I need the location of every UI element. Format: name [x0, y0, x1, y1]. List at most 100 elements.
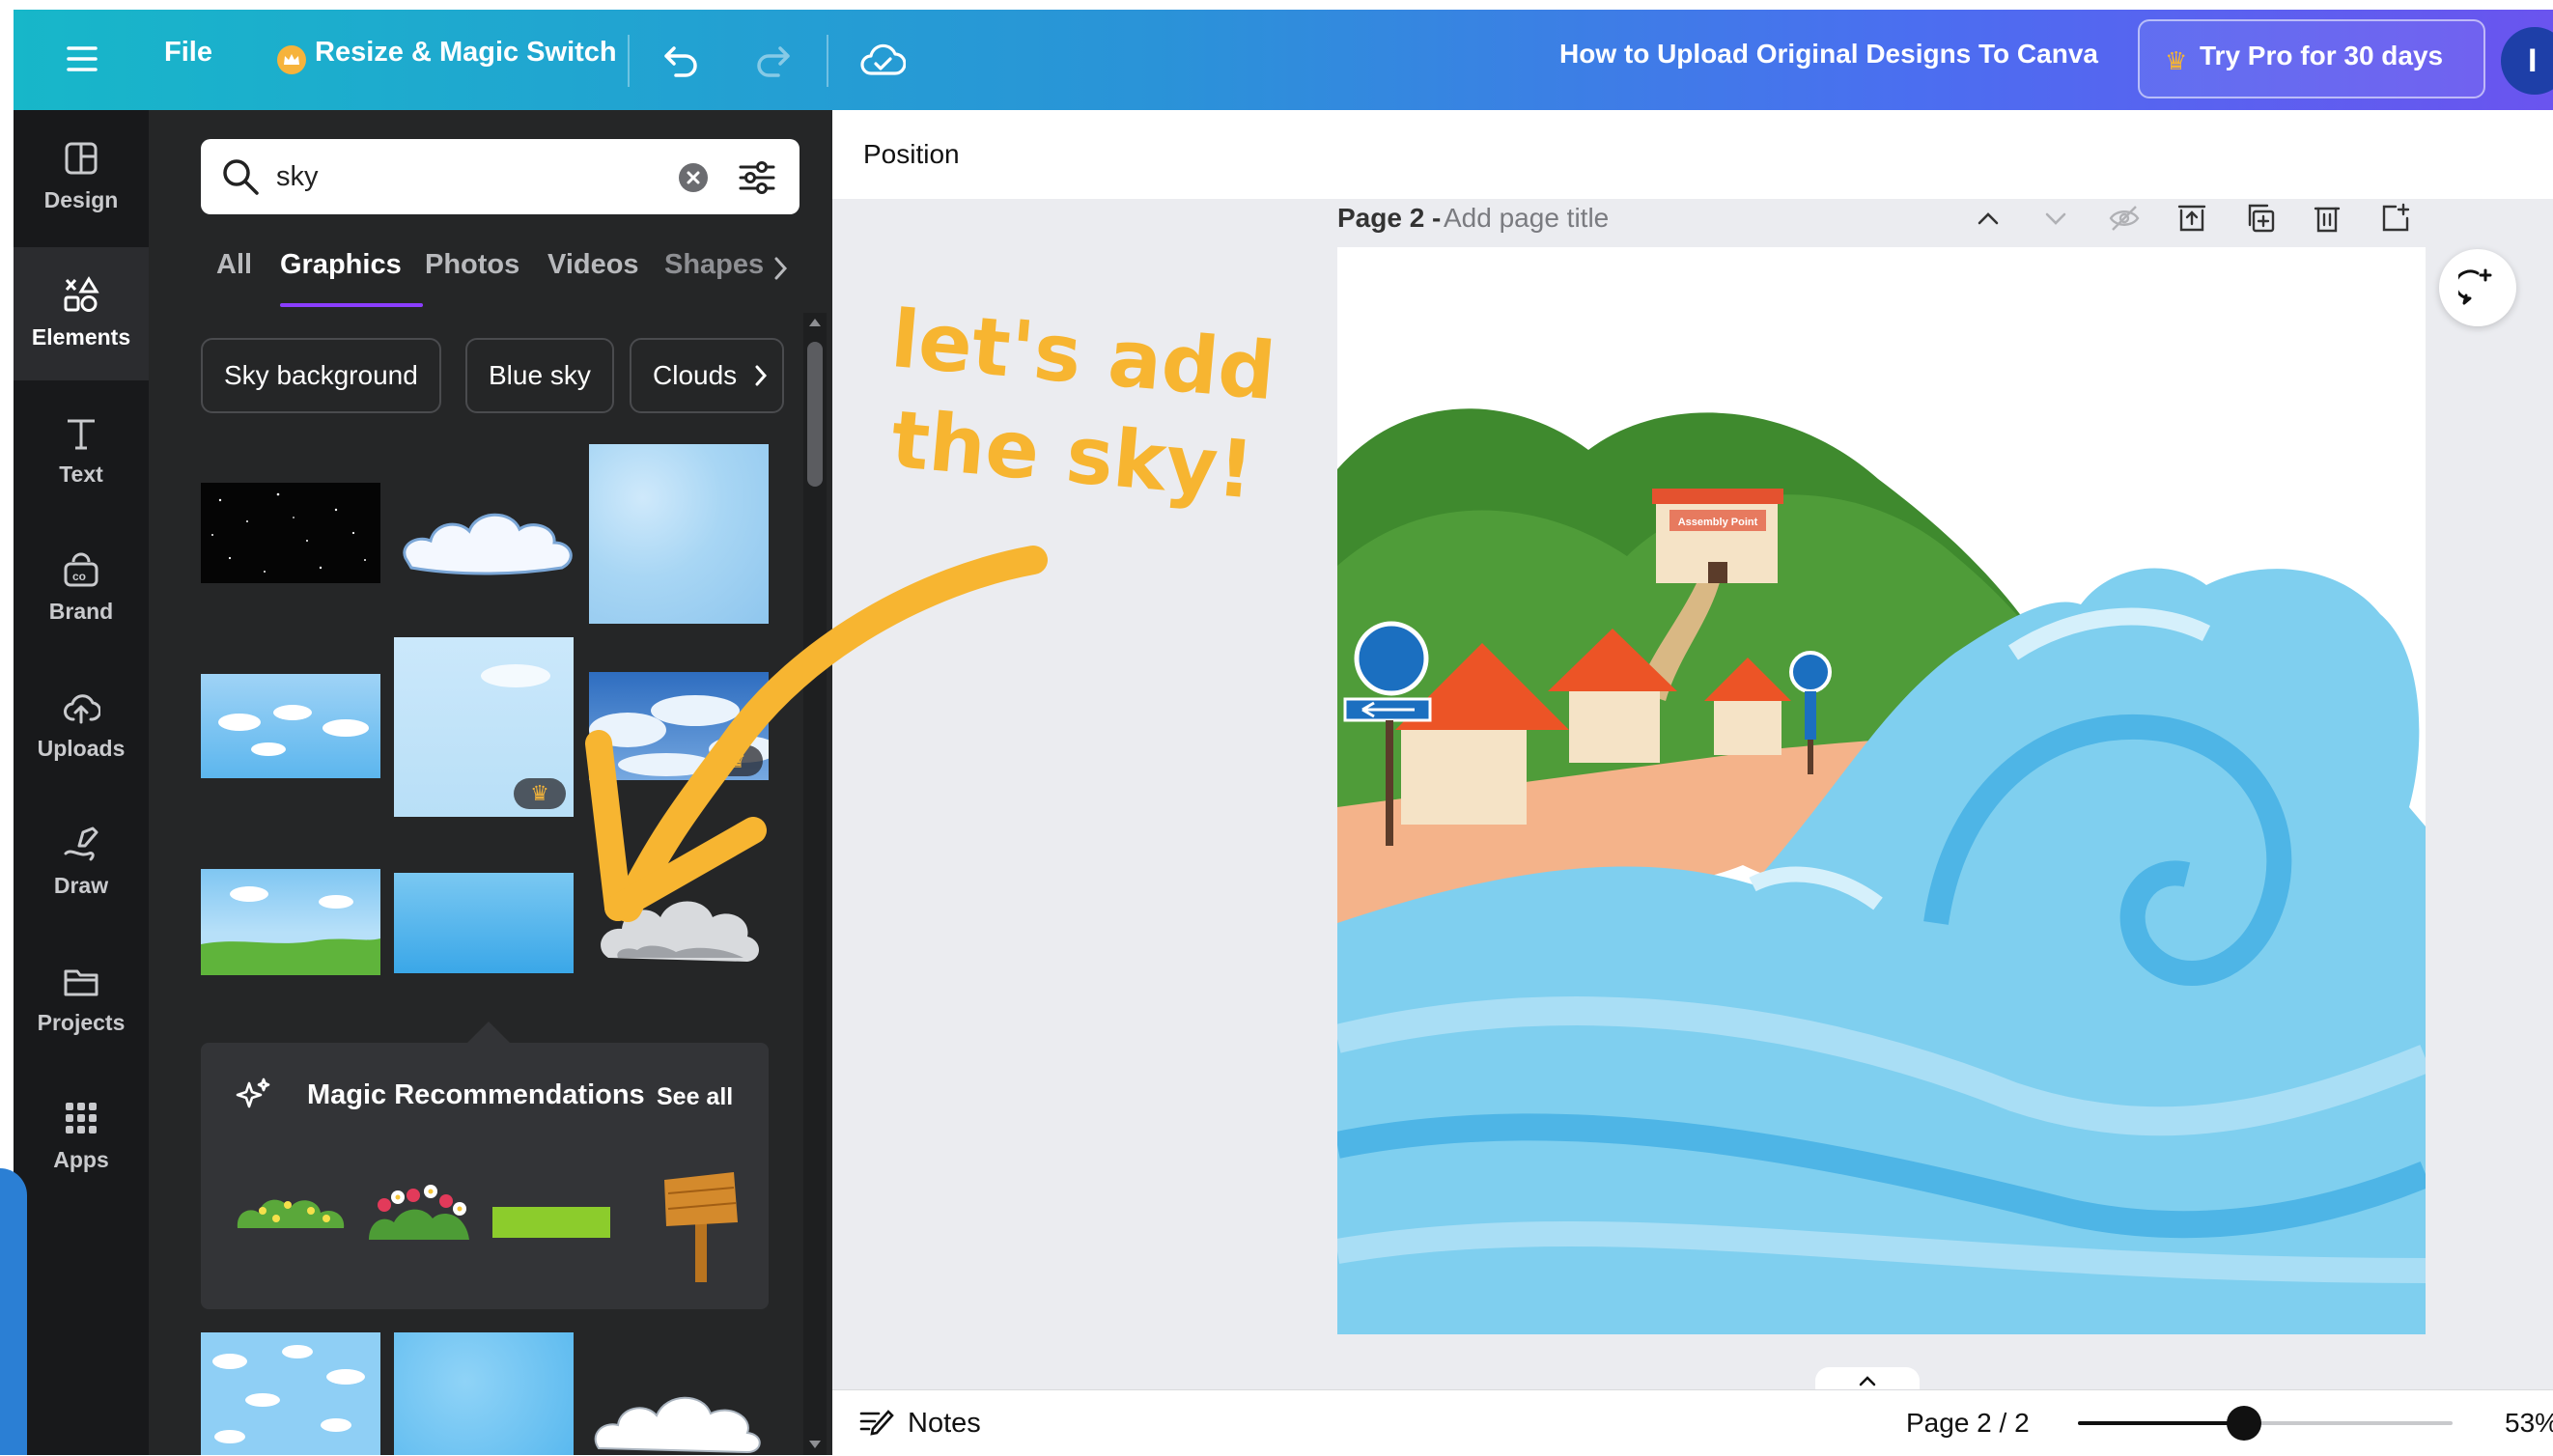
decorative-blue-shape — [0, 1168, 27, 1455]
divider — [827, 35, 828, 87]
document-title[interactable]: How to Upload Original Designs To Canva — [1559, 39, 2098, 70]
thumb-light-sky[interactable]: ♛ — [394, 637, 574, 817]
rail-item-apps[interactable]: Apps — [14, 1070, 149, 1203]
divider — [628, 35, 630, 87]
avatar[interactable]: I — [2501, 27, 2553, 95]
pro-badge: ♛ — [514, 778, 566, 809]
rail-item-brand[interactable]: co Brand — [14, 521, 149, 655]
thumb-starry-night[interactable] — [201, 483, 380, 583]
add-page-icon[interactable] — [2380, 203, 2411, 234]
clear-search-icon[interactable] — [678, 162, 709, 193]
section-caret — [467, 1022, 510, 1043]
sparkle-icon — [234, 1076, 272, 1114]
tab-graphics[interactable]: Graphics — [280, 249, 402, 281]
apps-icon — [62, 1099, 100, 1137]
tab-shapes[interactable]: Shapes — [664, 249, 764, 281]
zoom-level[interactable]: 53% — [2505, 1408, 2553, 1439]
page-title-input[interactable]: Add page title — [1444, 203, 1609, 234]
zoom-slider[interactable] — [2078, 1406, 2453, 1441]
assembly-point-sign: Assembly Point — [1678, 517, 1758, 528]
rail-label: Uploads — [37, 736, 126, 761]
rail-item-projects[interactable]: Projects — [14, 933, 149, 1066]
bottom-bar: Notes Page 2 / 2 53% — [832, 1389, 2553, 1456]
see-all-link[interactable]: See all — [657, 1083, 733, 1111]
thumb-sky-grass[interactable] — [201, 869, 380, 975]
position-button[interactable]: Position — [863, 139, 960, 170]
rail-item-design[interactable]: Design — [14, 110, 149, 243]
projects-icon — [62, 962, 100, 1000]
page-counter[interactable]: Page 2 / 2 — [1906, 1408, 2030, 1439]
redo-icon[interactable] — [753, 42, 792, 77]
rail-label: Elements — [31, 324, 131, 350]
thumb-blue-gradient[interactable] — [394, 873, 574, 973]
active-tab-underline — [280, 303, 423, 307]
tab-all[interactable]: All — [216, 249, 252, 281]
chip-sky-background[interactable]: Sky background — [201, 338, 441, 413]
search-input[interactable] — [274, 153, 664, 201]
undo-icon[interactable] — [662, 42, 701, 77]
hide-page-icon[interactable] — [2108, 205, 2141, 232]
rec-wooden-sign[interactable] — [662, 1162, 740, 1284]
rail-label: Apps — [53, 1147, 109, 1172]
elements-icon — [62, 276, 100, 315]
cloud-saved-icon[interactable] — [859, 41, 906, 79]
zoom-slider-handle[interactable] — [2227, 1406, 2261, 1441]
zoom-slider-fill — [2078, 1421, 2242, 1425]
chevron-up-icon[interactable] — [1975, 205, 2002, 232]
rail-item-elements[interactable]: Elements — [14, 247, 149, 380]
tab-videos[interactable]: Videos — [547, 249, 639, 281]
design-icon — [62, 139, 100, 178]
lock-page-icon[interactable] — [2177, 203, 2206, 234]
thumb-white-cloud[interactable] — [589, 1371, 769, 1455]
rec-bush[interactable] — [234, 1182, 348, 1234]
chevron-down-icon[interactable] — [2042, 205, 2069, 232]
delete-page-icon[interactable] — [2313, 203, 2342, 234]
design-page[interactable]: Assembly Point — [1337, 247, 2426, 1334]
magic-title: Magic Recommendations — [307, 1079, 645, 1110]
annotation-text: let's add the sky! — [887, 290, 1302, 517]
crown-icon: ♛ — [2165, 46, 2188, 75]
scrollbar-thumb[interactable] — [807, 342, 823, 487]
thumb-cartoon-cloud[interactable] — [398, 496, 577, 583]
context-toolbar: Position — [832, 110, 2553, 199]
thumb-clouds-strip[interactable] — [201, 674, 380, 778]
uploads-icon — [62, 687, 100, 726]
thumb-watercolor-blue[interactable] — [394, 1332, 574, 1455]
thumb-scattered-clouds[interactable] — [201, 1332, 380, 1455]
rail-item-uploads[interactable]: Uploads — [14, 658, 149, 792]
duplicate-page-icon[interactable] — [2245, 203, 2276, 234]
rail-label: Text — [59, 462, 103, 487]
rail-label: Design — [43, 187, 119, 212]
scroll-up-arrow[interactable] — [809, 319, 821, 326]
chip-clouds[interactable]: Clouds — [630, 338, 784, 413]
resize-magic-switch-button[interactable]: Resize & Magic Switch — [263, 33, 617, 87]
rail-item-text[interactable]: Text — [14, 384, 149, 518]
rail-label: Draw — [53, 873, 109, 898]
left-rail: ▲ Design Elements Text co Brand Uploads — [14, 110, 162, 1455]
menu-icon[interactable] — [66, 44, 98, 73]
brand-icon: co — [62, 550, 100, 589]
notes-button[interactable]: Notes — [859, 1404, 995, 1442]
comment-plus-icon — [2458, 268, 2492, 305]
svg-text:co: co — [72, 570, 86, 583]
avatar-initial: I — [2528, 42, 2538, 79]
rail-label: Projects — [37, 1010, 126, 1035]
scroll-down-arrow[interactable] — [809, 1441, 821, 1448]
page-header: Page 2 - Add page title — [1337, 197, 2426, 243]
file-menu-button[interactable]: File — [164, 37, 212, 69]
rec-grass-strip[interactable] — [492, 1207, 610, 1238]
chevron-up-icon — [1859, 1376, 1876, 1386]
rec-flowers[interactable] — [365, 1162, 475, 1244]
annotation-arrow — [560, 541, 1062, 946]
chip-blue-sky[interactable]: Blue sky — [465, 338, 614, 413]
crown-icon — [276, 44, 307, 75]
tab-photos[interactable]: Photos — [425, 249, 519, 281]
resize-magic-switch-label: Resize & Magic Switch — [315, 37, 617, 68]
rail-item-draw[interactable]: Draw — [14, 796, 149, 929]
filter-icon[interactable] — [738, 158, 776, 197]
search-box[interactable] — [201, 139, 800, 214]
try-pro-button[interactable]: ♛ Try Pro for 30 days — [2138, 19, 2485, 98]
add-comment-button[interactable] — [2439, 249, 2516, 326]
notes-icon — [859, 1410, 894, 1436]
chevron-right-icon[interactable] — [771, 255, 790, 282]
